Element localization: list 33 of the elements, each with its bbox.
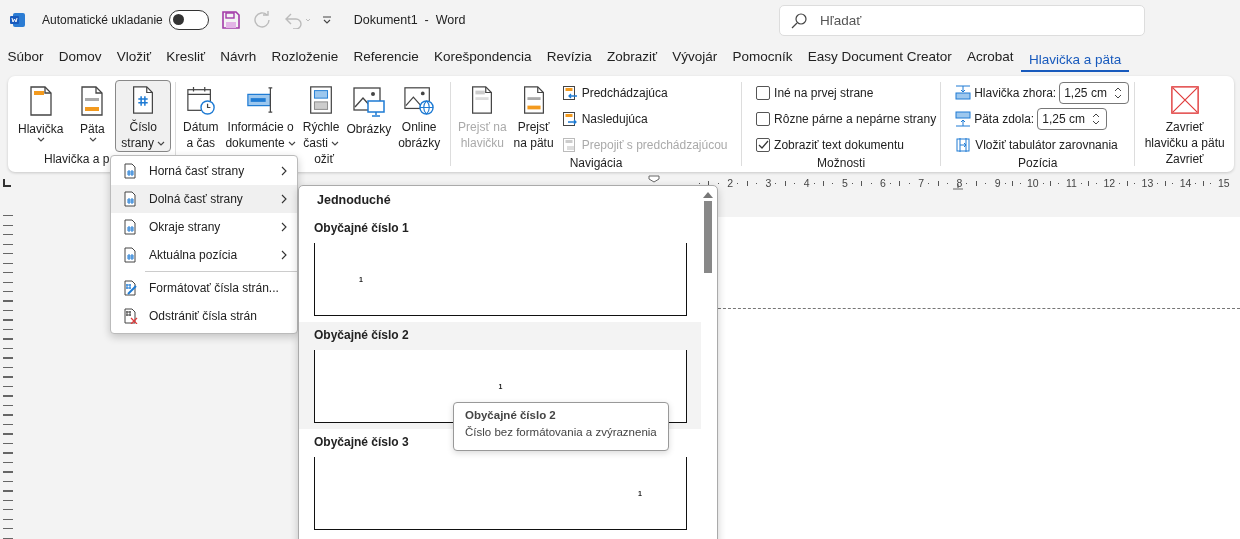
ruler-number: 11 (1065, 177, 1077, 189)
ruler-number: 10 (1027, 177, 1039, 189)
ruler-number: 4 (803, 177, 810, 189)
ruler-number: 5 (841, 177, 848, 189)
ruler-number: 9 (994, 177, 1001, 189)
group-label: ožiť (313, 152, 335, 166)
tooltip-title: Obyčajné číslo 2 (465, 409, 557, 421)
ruler-number: 15 (1217, 177, 1230, 189)
window-title: Dokument1 - Word (353, 13, 466, 27)
group-label: Možnosti (816, 156, 867, 170)
tooltip-description: Číslo bez formátovania a zvýraznenia (465, 426, 657, 438)
gallery-item-title: Obyčajné číslo 1 (314, 220, 409, 237)
group-label: Navigácia (568, 156, 624, 170)
checkbox-label: Iné na prvej strane (774, 86, 874, 100)
autosave-label: Automatické ukladanie (42, 13, 163, 27)
gallery-item-title: Obyčajné číslo 3 (314, 434, 409, 451)
field-label: Päta zdola: (974, 112, 1035, 126)
group-label: Hlavička a p (43, 152, 111, 166)
ruler-number: 8 (956, 177, 963, 189)
ruler-number: 14 (1179, 177, 1192, 189)
gallery-item-title: Obyčajné číslo 2 (314, 327, 409, 344)
ruler-number: 6 (880, 177, 886, 189)
ruler-number: 7 (918, 177, 925, 189)
ruler-number: 13 (1141, 177, 1154, 189)
checkbox-label: Zobraziť text dokumentu (774, 138, 904, 152)
ruler-number: 3 (765, 177, 772, 189)
ruler-number: 12 (1103, 177, 1116, 189)
field-label: Hlavička zhora: (974, 86, 1057, 100)
gallery-heading: Jednoduché (316, 192, 392, 209)
group-label: Zavrieť (1164, 152, 1205, 166)
group-label: Pozícia (1016, 156, 1059, 170)
checkbox-label: Rôzne párne a nepárne strany (774, 112, 937, 126)
ruler-number: 2 (727, 177, 734, 189)
